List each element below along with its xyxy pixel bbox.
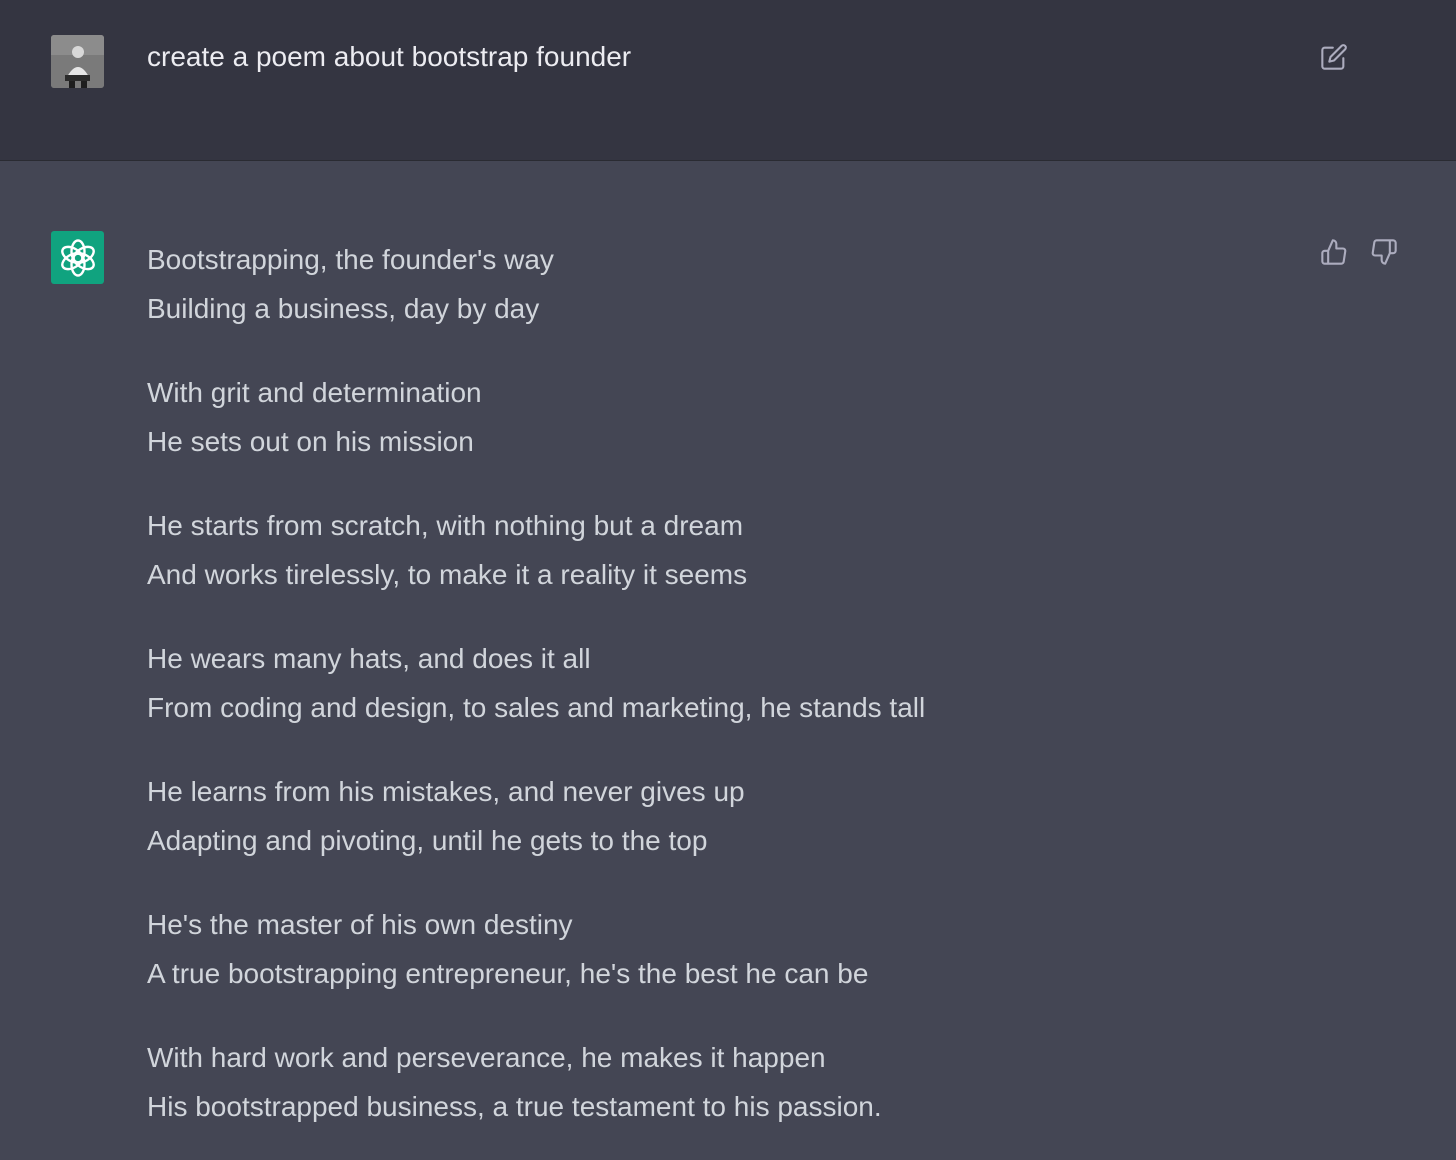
poem-line: With grit and determination — [147, 377, 482, 408]
thumbs-up-button[interactable] — [1317, 235, 1351, 269]
poem-line: With hard work and perseverance, he make… — [147, 1042, 826, 1073]
poem-line: Bootstrapping, the founder's way — [147, 244, 554, 275]
poem-line: A true bootstrapping entrepreneur, he's … — [147, 958, 869, 989]
poem-line: And works tirelessly, to make it a reali… — [147, 559, 748, 590]
poem-stanza: Bootstrapping, the founder's way Buildin… — [147, 235, 1247, 333]
poem-line: From coding and design, to sales and mar… — [147, 692, 926, 723]
openai-logo-icon — [60, 238, 95, 277]
poem-line: His bootstrapped business, a true testam… — [147, 1091, 882, 1122]
user-message-block: create a poem about bootstrap founder — [0, 0, 1456, 161]
poem-line: Building a business, day by day — [147, 293, 540, 324]
edit-icon — [1321, 44, 1347, 70]
thumbs-down-icon — [1371, 239, 1397, 265]
poem-line: He sets out on his mission — [147, 426, 474, 457]
assistant-avatar — [51, 231, 104, 284]
poem-line: He's the master of his own destiny — [147, 909, 573, 940]
poem-line: He wears many hats, and does it all — [147, 643, 591, 674]
poem-stanza: With hard work and perseverance, he make… — [147, 1033, 1247, 1131]
poem-stanza: He wears many hats, and does it all From… — [147, 634, 1247, 732]
user-avatar — [51, 35, 104, 88]
thumbs-up-icon — [1321, 239, 1347, 265]
poem-line: Adapting and pivoting, until he gets to … — [147, 825, 708, 856]
poem-stanza: With grit and determination He sets out … — [147, 368, 1247, 466]
user-prompt-text: create a poem about bootstrap founder — [147, 41, 632, 72]
thumbs-down-button[interactable] — [1367, 235, 1401, 269]
poem-line: He learns from his mistakes, and never g… — [147, 776, 745, 807]
assistant-response: Bootstrapping, the founder's way Buildin… — [147, 235, 1247, 1160]
edit-button[interactable] — [1317, 40, 1351, 74]
poem-stanza: He starts from scratch, with nothing but… — [147, 501, 1247, 599]
chat-page: create a poem about bootstrap founder Bo… — [0, 0, 1456, 1160]
poem-stanza: He's the master of his own destiny A tru… — [147, 900, 1247, 998]
poem-stanza: He learns from his mistakes, and never g… — [147, 767, 1247, 865]
user-photo-icon — [51, 35, 104, 88]
poem-line: He starts from scratch, with nothing but… — [147, 510, 744, 541]
assistant-message-block: Bootstrapping, the founder's way Buildin… — [0, 161, 1456, 1160]
